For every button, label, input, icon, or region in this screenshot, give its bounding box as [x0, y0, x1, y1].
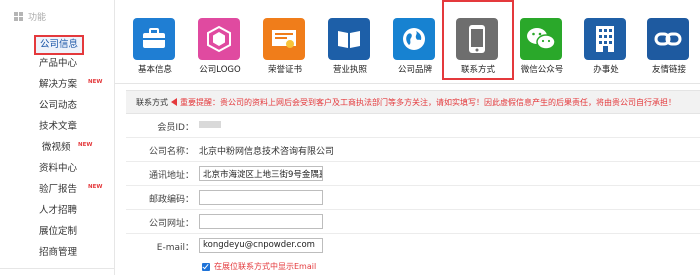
tile-office[interactable]: 办事处: [570, 0, 642, 80]
email-input[interactable]: kongdeyu@cnpowder.com: [199, 238, 323, 253]
website-label: 公司网址：: [148, 219, 194, 229]
show-email-option[interactable]: 在展位联系方式中显示Email: [202, 261, 316, 272]
zip-input[interactable]: [199, 190, 323, 205]
sidebar-item-label: 公司信息: [40, 39, 79, 50]
new-badge: NEW: [78, 142, 93, 148]
sidebar-item-videos[interactable]: 微视频 NEW: [42, 140, 92, 156]
sidebar-item-label: 人才招聘: [39, 205, 78, 216]
wechat-icon: [520, 18, 562, 60]
tile-label: 微信公众号: [520, 65, 564, 75]
address-label: 通讯地址：: [148, 171, 194, 181]
sidebar-divider: [0, 268, 115, 269]
zip-row: 邮政编码：: [126, 187, 700, 210]
logo-icon: [198, 18, 240, 60]
tile-wechat[interactable]: 微信公众号: [506, 0, 578, 80]
tile-label: 友情链接: [651, 65, 686, 75]
office-building-icon: [584, 18, 626, 60]
tile-company-brand[interactable]: 公司品牌: [379, 0, 451, 80]
tile-contact-info[interactable]: 联系方式: [442, 0, 514, 80]
sidebar-item-label: 微视频: [42, 142, 71, 153]
sidebar-header: 功能: [14, 9, 46, 23]
sidebar-item-label: 技术文章: [39, 121, 78, 132]
sidebar-item-solutions[interactable]: 解决方案 NEW: [39, 77, 102, 93]
tile-friendly-links[interactable]: 友情链接: [633, 0, 700, 80]
sidebar-item-news[interactable]: 公司动态: [39, 98, 77, 114]
certificate-icon: [263, 18, 305, 60]
new-badge: NEW: [88, 79, 103, 85]
tile-company-logo[interactable]: 公司LOGO: [184, 0, 256, 80]
sidebar-item-label: 产品中心: [39, 58, 78, 69]
sidebar-item-company-info[interactable]: 公司信息: [34, 35, 85, 55]
sidebar-item-investment[interactable]: 招商管理: [39, 245, 77, 261]
sidebar-item-booth[interactable]: 展位定制: [39, 224, 77, 240]
sidebar-item-recruitment[interactable]: 人才招聘: [39, 203, 77, 219]
contact-form: 联系方式 重要提醒：贵公司的资料上网后会受到客户及工商执法部门等多方关注，请如实…: [126, 90, 700, 275]
email-label: E-mail：: [156, 243, 194, 253]
sidebar-item-label: 资料中心: [39, 163, 78, 174]
website-input[interactable]: [199, 214, 323, 229]
show-email-label: 在展位联系方式中显示Email: [214, 262, 317, 271]
tile-label: 公司品牌: [397, 65, 432, 75]
notice-warning: 重要提醒：贵公司的资料上网后会受到客户及工商执法部门等多方关注，请如实填写！因此…: [180, 97, 676, 107]
sidebar-item-resources[interactable]: 资料中心: [39, 161, 77, 177]
tile-label: 办事处: [593, 65, 619, 75]
tile-label: 营业执照: [332, 65, 367, 75]
notice-bar: 联系方式 重要提醒：贵公司的资料上网后会受到客户及工商执法部门等多方关注，请如实…: [126, 90, 700, 114]
member-id-value: [199, 120, 221, 130]
company-name-label: 公司名称：: [148, 147, 194, 157]
briefcase-icon: [133, 18, 175, 60]
grid-icon: [14, 11, 23, 21]
tile-business-license[interactable]: 营业执照: [314, 0, 386, 80]
address-input[interactable]: 北京市海淀区上地三街9号金隅嘉华: [199, 166, 323, 181]
sidebar-item-label: 验厂报告: [39, 184, 78, 195]
tile-label: 基本信息: [137, 65, 172, 75]
sidebar-header-label: 功能: [28, 12, 47, 23]
speaker-icon: [171, 98, 177, 106]
link-icon: [647, 18, 689, 60]
phone-icon: [456, 18, 498, 60]
sidebar-item-label: 解决方案: [39, 79, 78, 90]
redacted-value: [199, 121, 221, 128]
tile-label: 联系方式: [460, 65, 495, 75]
sidebar: 功能 公司信息 产品中心 解决方案 NEW 公司动态 技术文章 微视频 NEW …: [0, 0, 115, 275]
zip-label: 邮政编码：: [148, 195, 194, 205]
module-icon-bar: 基本信息 公司LOGO 荣誉证书 营业执照 公司品牌 联系方式 微信公众号 办事…: [115, 0, 700, 84]
sidebar-item-label: 公司动态: [39, 100, 78, 111]
website-row: 公司网址：: [126, 211, 700, 234]
sidebar-item-factory-reports[interactable]: 验厂报告 NEW: [39, 182, 102, 198]
company-name-row: 公司名称： 北京中粉网信息技术咨询有限公司: [126, 139, 700, 162]
notice-head: 联系方式: [136, 97, 168, 107]
sidebar-item-label: 招商管理: [39, 247, 78, 258]
member-id-row: 会员ID：: [126, 115, 700, 138]
license-book-icon: [328, 18, 370, 60]
sidebar-item-label: 展位定制: [39, 226, 78, 237]
tile-honor-certificates[interactable]: 荣誉证书: [249, 0, 321, 80]
email-row: E-mail： kongdeyu@cnpowder.com: [126, 235, 700, 258]
tile-label: 公司LOGO: [199, 65, 241, 75]
new-badge: NEW: [88, 184, 103, 190]
sidebar-item-articles[interactable]: 技术文章: [39, 119, 77, 135]
sidebar-item-products[interactable]: 产品中心: [39, 56, 77, 72]
show-email-checkbox[interactable]: [202, 262, 210, 271]
address-row: 通讯地址： 北京市海淀区上地三街9号金隅嘉华: [126, 163, 700, 186]
tile-label: 荣誉证书: [267, 65, 302, 75]
company-name-value: 北京中粉网信息技术咨询有限公司: [199, 147, 335, 157]
member-id-label: 会员ID：: [157, 123, 194, 133]
globe-icon: [393, 18, 435, 60]
tile-basic-info[interactable]: 基本信息: [119, 0, 191, 80]
